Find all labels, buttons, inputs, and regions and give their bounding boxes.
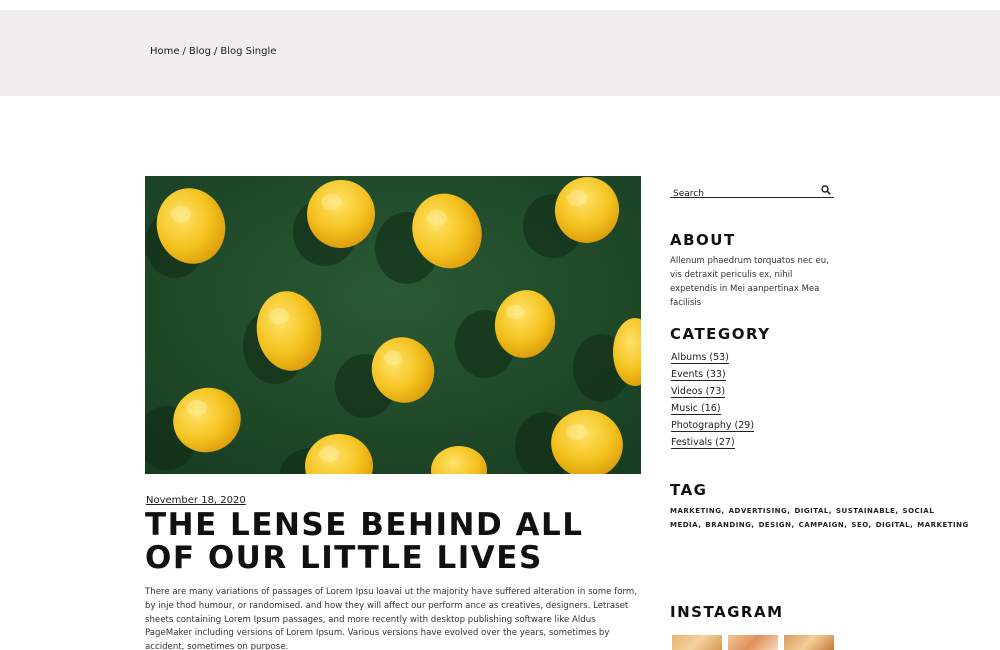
breadcrumb-blog[interactable]: Blog xyxy=(189,46,211,57)
lemons-photo xyxy=(145,176,641,474)
category-link[interactable]: Videos (73) xyxy=(671,386,726,398)
tag-link[interactable]: DIGITAL xyxy=(794,507,828,515)
category-link[interactable]: Photography (29) xyxy=(671,420,755,432)
post-title: THE LENSE BEHIND ALL OF OUR LITTLE LIVES xyxy=(145,509,625,575)
tag-title: TAG xyxy=(670,481,708,499)
post-title-line-1: THE LENSE BEHIND ALL xyxy=(145,507,584,543)
instagram-thumbnail[interactable] xyxy=(672,635,722,650)
about-text: Allenum phaedrum torquatos nec eu, vis d… xyxy=(670,256,829,308)
breadcrumb-home[interactable]: Home xyxy=(150,46,180,57)
category-link[interactable]: Albums (53) xyxy=(671,352,729,364)
tag-link[interactable]: SUSTAINABLE xyxy=(836,507,895,515)
top-strip xyxy=(0,0,1000,10)
breadcrumb-current: Blog Single xyxy=(220,46,277,57)
instagram-thumbnail[interactable] xyxy=(784,635,834,650)
tag-link[interactable]: MARKETING xyxy=(670,507,721,515)
breadcrumb-separator: / xyxy=(182,46,186,57)
category-item: Events (33) xyxy=(671,367,754,384)
about-title: ABOUT xyxy=(670,231,736,249)
tag-link[interactable]: BRANDING xyxy=(705,521,751,529)
instagram-thumbnail[interactable] xyxy=(728,635,778,650)
tag-link[interactable]: DESIGN xyxy=(759,521,792,529)
post-body: There are many variations of passages of… xyxy=(145,587,637,650)
search-input[interactable] xyxy=(670,187,810,201)
category-item: Music (16) xyxy=(671,401,754,418)
search-icon[interactable] xyxy=(821,185,831,195)
category-list: Albums (53) Events (33) Videos (73) Musi… xyxy=(671,350,755,452)
breadcrumb-separator: / xyxy=(214,46,218,57)
post-date[interactable]: November 18, 2020 xyxy=(146,495,246,506)
instagram-title: INSTAGRAM xyxy=(670,603,784,621)
category-link[interactable]: Music (16) xyxy=(671,403,721,415)
category-item: Videos (73) xyxy=(671,384,754,401)
post-title-line-2: OF OUR LITTLE LIVES xyxy=(145,540,543,576)
tag-link[interactable]: ADVERTISING xyxy=(729,507,788,515)
tag-link[interactable]: DIGITAL xyxy=(876,521,910,529)
category-item: Photography (29) xyxy=(671,418,755,435)
tag-link[interactable]: MARKETING xyxy=(917,521,968,529)
tag-link[interactable]: CAMPAIGN xyxy=(799,521,845,529)
category-title: CATEGORY xyxy=(670,325,771,343)
category-item: Festivals (27) xyxy=(671,435,754,452)
category-link[interactable]: Events (33) xyxy=(671,369,726,381)
post-featured-image xyxy=(145,176,641,474)
breadcrumb: Home / Blog / Blog Single xyxy=(150,46,276,57)
category-item: Albums (53) xyxy=(671,350,754,367)
search-box xyxy=(670,183,834,201)
tag-link[interactable]: SEO xyxy=(851,521,868,529)
tag-cloud: MARKETING, ADVERTISING, DIGITAL, SUSTAINABL… xyxy=(670,507,969,529)
category-link[interactable]: Festivals (27) xyxy=(671,437,735,449)
